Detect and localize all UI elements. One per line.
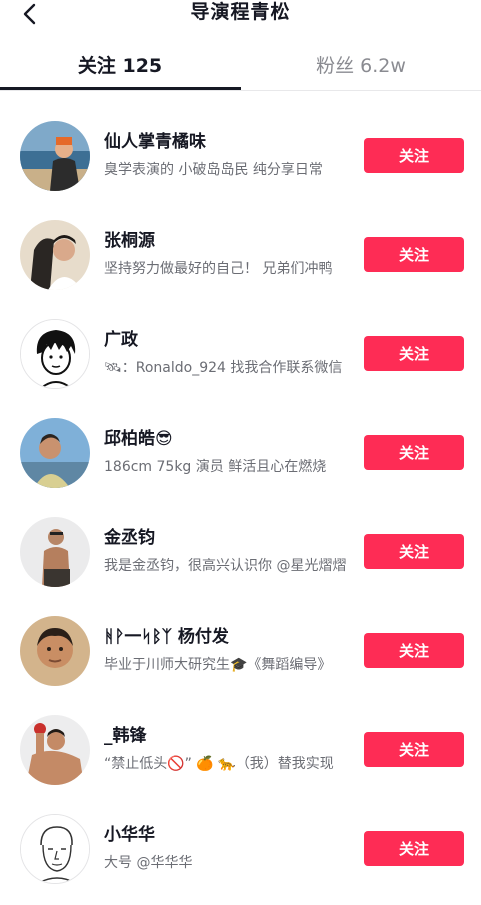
top-bar: 导演程青松 [0,0,481,40]
avatar[interactable] [20,715,90,785]
follow-button[interactable]: 关注 [364,534,464,569]
follow-button[interactable]: 关注 [364,336,464,371]
avatar[interactable] [20,121,90,191]
list-item[interactable]: 张桐源 坚持努力做最好的自己！ 兄弟们冲鸭 关注 [0,206,481,305]
user-bio: 🛰：Ronaldo_924 找我合作联系微信 [104,360,343,376]
follow-button[interactable]: 关注 [364,732,464,767]
avatar[interactable] [20,517,90,587]
list-item[interactable]: 小华华 大号 @华华华 关注 [0,800,481,899]
user-bio: 毕业于川师大研究生🎓《舞蹈编导》 [104,657,332,673]
tab-following[interactable]: 关注 125 [0,40,240,88]
list-item[interactable]: 广政 🛰：Ronaldo_924 找我合作联系微信 关注 [0,305,481,404]
user-name: ᚻᚹ一ᛋᛒᛉ 杨付发 [104,627,229,647]
list-item[interactable]: ᚻᚹ一ᛋᛒᛉ 杨付发 毕业于川师大研究生🎓《舞蹈编导》 关注 [0,602,481,701]
avatar[interactable] [20,220,90,290]
list-item[interactable]: 仙人掌青橘味 臭学表演的 小破岛岛民 纯分享日常 关注 [0,107,481,206]
list-item[interactable]: 金丞钧 我是金丞钧，很高兴认识你 @星光熠熠 关注 [0,503,481,602]
follow-button[interactable]: 关注 [364,237,464,272]
user-name: 金丞钧 [104,528,155,548]
user-bio: 我是金丞钧，很高兴认识你 @星光熠熠 [104,558,347,574]
user-bio: 186cm 75kg 演员 鲜活且心在燃烧 [104,459,327,475]
avatar[interactable] [20,616,90,686]
list-item[interactable]: _韩锋 “禁止低头🚫” 🍊 🐆（我）替我实现 关注 [0,701,481,800]
photo-avatar [20,715,90,785]
follow-button[interactable]: 关注 [364,831,464,866]
user-name: 仙人掌青橘味 [104,132,206,152]
divider [0,90,481,91]
page-title: 导演程青松 [190,1,291,23]
photo-avatar [20,616,90,686]
avatar[interactable] [20,319,90,389]
follow-button[interactable]: 关注 [364,435,464,470]
photo-avatar [20,517,90,587]
follow-button[interactable]: 关注 [364,138,464,173]
user-name: 张桐源 [104,231,155,251]
avatar[interactable] [20,814,90,884]
user-bio: “禁止低头🚫” 🍊 🐆（我）替我实现 [104,756,334,772]
photo-avatar [20,121,90,191]
illustrated-avatar [21,320,89,388]
user-bio: 大号 @华华华 [104,855,193,871]
follow-button[interactable]: 关注 [364,633,464,668]
user-bio: 坚持努力做最好的自己！ 兄弟们冲鸭 [104,261,333,277]
user-bio: 臭学表演的 小破岛岛民 纯分享日常 [104,162,323,178]
tab-followers[interactable]: 粉丝 6.2w [241,40,481,88]
list-item[interactable]: 邱柏皓😎 186cm 75kg 演员 鲜活且心在燃烧 关注 [0,404,481,503]
sketch-avatar [21,815,89,883]
user-name: _韩锋 [104,726,147,746]
user-name: 小华华 [104,825,155,845]
photo-avatar [20,418,90,488]
user-name: 邱柏皓😎 [104,429,173,449]
following-list: 仙人掌青橘味 臭学表演的 小破岛岛民 纯分享日常 关注 张桐源 坚持努力做最好的… [0,107,481,899]
user-name: 广政 [104,330,138,350]
photo-avatar [20,220,90,290]
avatar[interactable] [20,418,90,488]
tab-bar: 关注 125 粉丝 6.2w [0,40,481,90]
